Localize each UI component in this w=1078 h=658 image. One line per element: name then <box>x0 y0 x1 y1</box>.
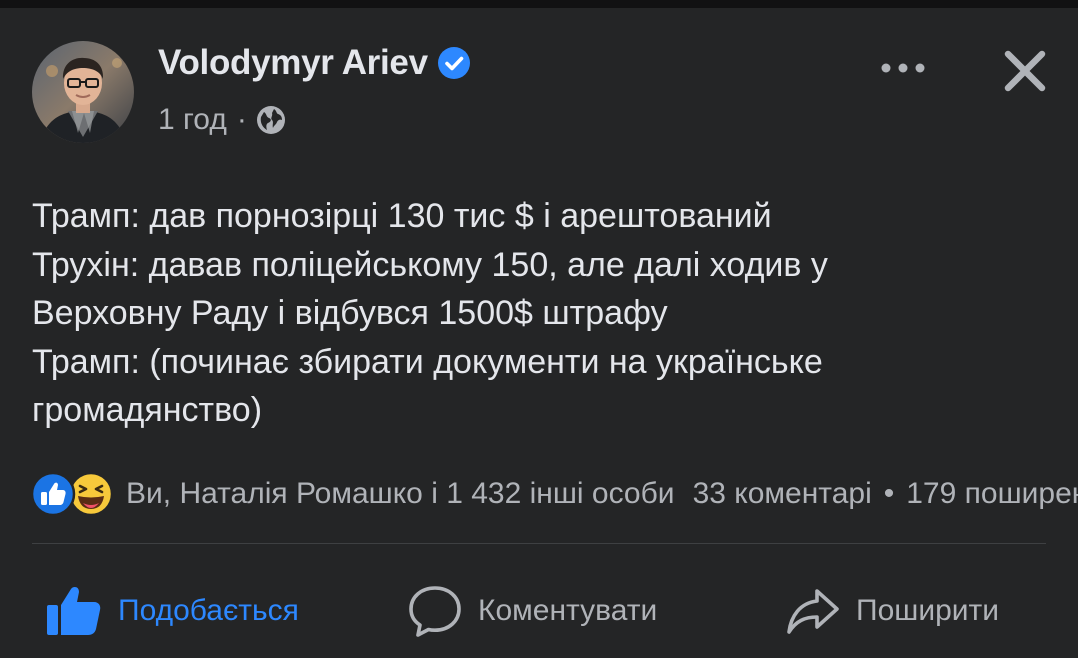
comment-button[interactable]: Коментувати <box>408 576 657 646</box>
like-reaction-icon <box>30 471 76 517</box>
post-line: Трамп: дав порнозірці 130 тис $ і арешто… <box>32 197 772 235</box>
actions-divider <box>32 543 1046 544</box>
comment-bubble-icon <box>409 586 461 637</box>
shares-count[interactable]: 179 поширень <box>906 477 1078 511</box>
author-avatar[interactable] <box>32 41 134 143</box>
comments-count[interactable]: 33 коментарі <box>693 477 872 511</box>
more-options-icon[interactable] <box>876 48 930 88</box>
post-line: Верховну Раду і відбувся 1500$ штрафу <box>32 294 668 332</box>
post-line: громадянство) <box>32 391 263 429</box>
meta-separator: · <box>236 103 247 136</box>
post-line: Трухін: давав поліцейському 150, але дал… <box>32 245 828 284</box>
post-line: Трамп: (починає збирати документи на укр… <box>32 342 823 381</box>
author-name[interactable]: Volodymyr Ariev <box>158 43 428 83</box>
comment-label: Коментувати <box>478 594 658 627</box>
close-icon[interactable] <box>1000 46 1050 96</box>
share-arrow-icon <box>787 589 839 634</box>
post-body: Трамп: дав порнозірці 130 тис $ і арешто… <box>32 192 1042 435</box>
post-card: Volodymyr Ariev 1 год · Трамп: дав порно… <box>0 8 1078 658</box>
post-meta: 1 год · <box>158 100 287 140</box>
reaction-icons[interactable] <box>30 471 118 517</box>
like-button[interactable]: Подобається <box>46 576 299 646</box>
stats-separator: • <box>883 477 895 510</box>
verified-badge-icon <box>437 47 470 79</box>
post-time[interactable]: 1 год <box>158 103 227 137</box>
globe-icon <box>256 106 285 134</box>
like-label: Подобається <box>118 594 299 627</box>
share-label: Поширити <box>856 594 1000 627</box>
reactors-summary[interactable]: Ви, Наталія Ромашко і 1 432 інші особи <box>126 477 675 511</box>
thumbs-up-icon <box>47 587 101 635</box>
author-header: Volodymyr Ariev <box>158 41 471 85</box>
reactions-summary-row: Ви, Наталія Ромашко і 1 432 інші особи 3… <box>30 470 1078 518</box>
avatar-photo-icon <box>32 41 134 143</box>
share-button[interactable]: Поширити <box>786 576 999 646</box>
